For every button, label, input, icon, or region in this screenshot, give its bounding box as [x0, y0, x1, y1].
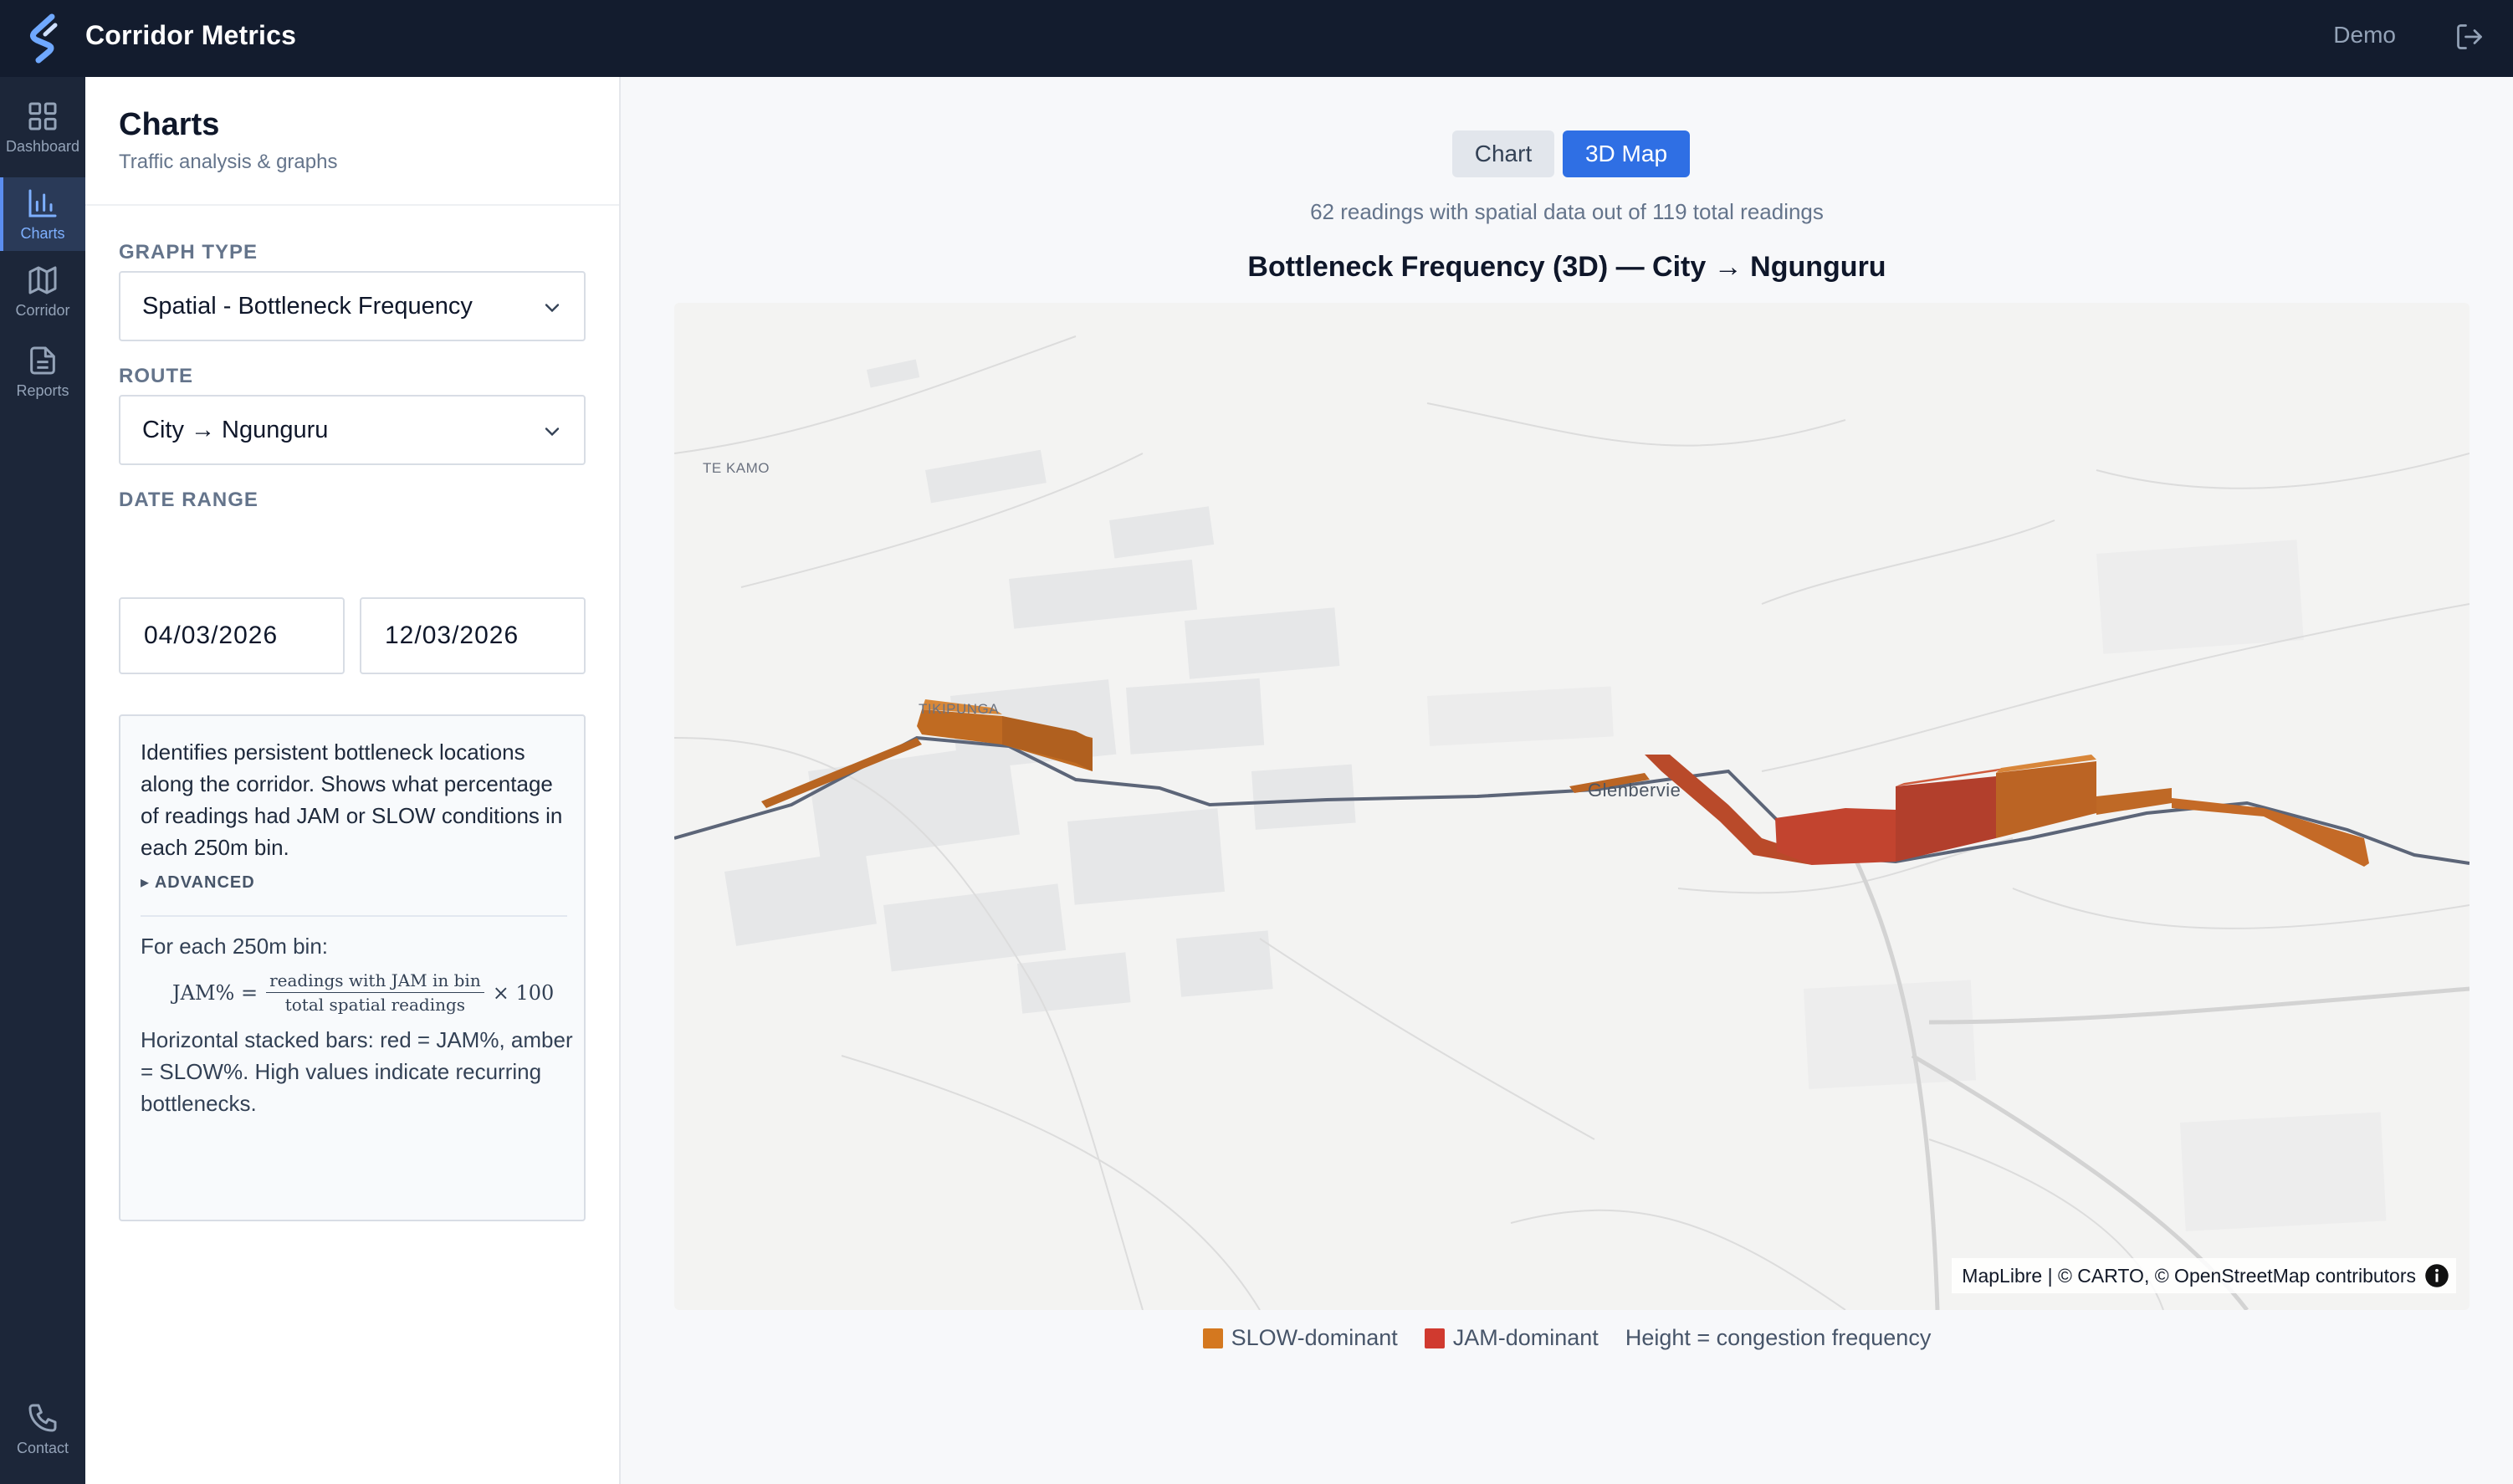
app-title: Corridor Metrics — [85, 20, 297, 50]
main-content: Chart 3D Map 62 readings with spatial da… — [621, 77, 2513, 1484]
legend-item-slow: SLOW-dominant — [1202, 1325, 1398, 1351]
route-value: City → Ngunguru — [142, 416, 329, 443]
formula-numerator: readings with JAM in bin — [266, 970, 484, 993]
formula-fraction: readings with JAM in bin total spatial r… — [266, 970, 484, 1015]
nav-item-contact[interactable]: Contact — [0, 1392, 85, 1466]
place-label-tikipunga: TIKIPUNGA — [919, 701, 1000, 717]
advanced-toggle[interactable]: ▸ ADVANCED — [141, 872, 255, 893]
map-attribution: MapLibre | © CARTO, © OpenStreetMap cont… — [1952, 1258, 2456, 1293]
nav-item-charts[interactable]: Charts — [0, 177, 85, 251]
logo-icon — [29, 13, 58, 64]
method-footer: Horizontal stacked bars: red = JAM%, amb… — [141, 1027, 573, 1116]
formula-lhs: JAM% = — [172, 980, 258, 1005]
slow-swatch — [1202, 1328, 1223, 1348]
formula-rhs: × 100 — [492, 980, 555, 1005]
nav-item-label: Charts — [20, 224, 65, 242]
chevron-down-icon — [545, 304, 560, 313]
bar-chart-icon — [28, 189, 57, 217]
logout-icon[interactable] — [2454, 22, 2485, 52]
legend-label-jam: JAM-dominant — [1452, 1325, 1599, 1350]
phone-icon — [28, 1404, 57, 1431]
nav-item-reports[interactable]: Reports — [0, 335, 85, 408]
date-to-input[interactable]: 12/03/2026 — [360, 597, 586, 674]
user-name[interactable]: Demo — [2333, 22, 2396, 49]
legend-label-slow: SLOW-dominant — [1231, 1325, 1398, 1350]
divider — [141, 915, 567, 917]
nav-item-corridor[interactable]: Corridor — [0, 254, 85, 328]
jam-segment — [1775, 808, 1896, 865]
map-icon — [28, 266, 57, 294]
graph-type-value: Spatial - Bottleneck Frequency — [142, 292, 473, 320]
graph-type-select[interactable]: Spatial - Bottleneck Frequency — [119, 271, 586, 341]
nav-item-label: Reports — [16, 381, 69, 399]
readings-summary: 62 readings with spatial data out of 119… — [1310, 199, 1824, 224]
top-bar: Corridor Metrics Demo — [0, 0, 2513, 77]
date-range-label: DATE RANGE — [119, 489, 258, 511]
nav-item-label: Corridor — [15, 301, 70, 319]
map-legend: SLOW-dominant JAM-dominant Height = cong… — [621, 1325, 2513, 1351]
legend-label-height: Height = congestion frequency — [1625, 1325, 1932, 1350]
map-canvas[interactable] — [674, 303, 2469, 1310]
nav-rail: Dashboard Charts Corridor Reports Contac… — [0, 77, 85, 1484]
formula-denominator: total spatial readings — [284, 995, 466, 1015]
place-label-glenbervie: Glenbervie — [1588, 780, 1681, 801]
panel-header: Charts Traffic analysis & graphs — [85, 77, 619, 206]
panel-title: Charts — [119, 107, 220, 142]
grid-icon — [28, 102, 57, 130]
attribution-text[interactable]: MapLibre | © CARTO, © OpenStreetMap cont… — [1962, 1265, 2416, 1287]
method-info-card: Identifies persistent bottleneck locatio… — [119, 714, 586, 1221]
document-icon — [30, 346, 55, 374]
nav-item-label: Contact — [16, 1439, 69, 1456]
map-3d-view[interactable]: TE KAMO TIKIPUNGA Glenbervie MapLibre | … — [674, 303, 2469, 1310]
graph-type-label: GRAPH TYPE — [119, 241, 258, 264]
formula-intro: For each 250m bin: — [141, 934, 329, 959]
jam-formula: JAM% = readings with JAM in bin total sp… — [172, 970, 554, 1015]
date-from-input[interactable]: 04/03/2026 — [119, 597, 345, 674]
chevron-down-icon — [545, 427, 560, 437]
panel-subtitle: Traffic analysis & graphs — [119, 151, 338, 173]
jam-swatch — [1424, 1328, 1445, 1348]
tab-3d-map[interactable]: 3D Map — [1563, 130, 1690, 177]
legend-item-jam: JAM-dominant — [1424, 1325, 1599, 1351]
place-label-te-kamo: TE KAMO — [703, 460, 770, 476]
tab-chart[interactable]: Chart — [1452, 130, 1554, 177]
legend-item-height: Height = congestion frequency — [1625, 1325, 1932, 1351]
nav-item-dashboard[interactable]: Dashboard — [0, 90, 85, 164]
info-icon[interactable] — [2424, 1263, 2449, 1288]
charts-panel: Charts Traffic analysis & graphs GRAPH T… — [85, 77, 621, 1484]
method-description: Identifies persistent bottleneck locatio… — [141, 739, 563, 860]
route-label: ROUTE — [119, 365, 193, 387]
route-select[interactable]: City → Ngunguru — [119, 395, 586, 465]
nav-item-label: Dashboard — [5, 137, 80, 155]
map-title: Bottleneck Frequency (3D) — City → Ngung… — [1247, 251, 1886, 283]
